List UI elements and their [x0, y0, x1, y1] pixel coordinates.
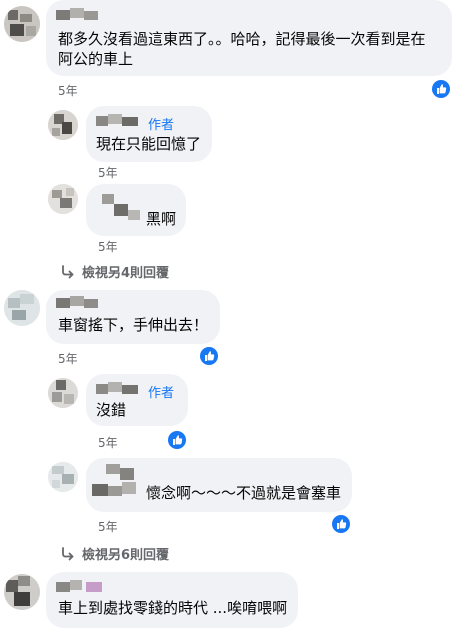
- author-badge: 作者: [148, 386, 175, 401]
- reply-time[interactable]: 5年: [98, 238, 118, 255]
- comment-time[interactable]: 5年: [58, 82, 78, 99]
- reply-avatar[interactable]: [48, 110, 78, 140]
- view-more-replies-label: 檢視另6則回覆: [82, 548, 170, 563]
- reply-text: 沒錯: [96, 401, 127, 419]
- commenter-avatar[interactable]: [4, 290, 40, 326]
- commenter-name[interactable]: [56, 8, 106, 22]
- comment-bubble: 車窗搖下，手伸出去！: [46, 290, 220, 344]
- reply-text: 懷念啊～～～不過就是會塞車: [146, 484, 342, 502]
- reply-avatar[interactable]: [48, 378, 78, 408]
- comment-bubble: 都多久沒看過這東西了。。哈哈，記得最後一次看到是在 阿公的車上: [46, 0, 452, 76]
- view-more-replies-button[interactable]: 檢視另4則回覆: [60, 262, 169, 281]
- commenter-avatar[interactable]: [4, 574, 40, 610]
- like-reaction-badge[interactable]: [200, 347, 218, 365]
- reply-bubble: 作者 沒錯: [86, 374, 188, 426]
- thumbs-up-icon: [332, 515, 350, 533]
- comment-bubble: 車上到處找零錢的時代 ...唉唷喂啊: [46, 572, 298, 628]
- reply-time[interactable]: 5年: [98, 434, 118, 451]
- thumbs-up-icon: [432, 80, 450, 98]
- reply-author-name[interactable]: [96, 114, 142, 128]
- reply-arrow-icon: [60, 546, 76, 561]
- reply-bubble: 黑啊: [86, 184, 186, 236]
- reply-text: 黑啊: [146, 210, 177, 228]
- reply-avatar[interactable]: [48, 462, 78, 492]
- comment-time[interactable]: 5年: [58, 350, 78, 367]
- like-reaction-badge[interactable]: [432, 80, 450, 98]
- like-reaction-badge[interactable]: [168, 431, 186, 449]
- reply-time[interactable]: 5年: [98, 164, 118, 181]
- reply-arrow-icon: [60, 264, 76, 279]
- comment-text: 車上到處找零錢的時代 ...唉唷喂啊: [58, 599, 288, 617]
- reply-author-name[interactable]: [92, 464, 148, 496]
- thumbs-up-icon: [200, 347, 218, 365]
- reply-bubble: 作者 現在只能回憶了: [86, 106, 212, 162]
- view-more-replies-label: 檢視另4則回覆: [82, 266, 170, 281]
- commenter-avatar[interactable]: [4, 6, 40, 42]
- reply-bubble: 懷念啊～～～不過就是會塞車: [86, 458, 352, 512]
- commenter-name[interactable]: [56, 296, 106, 310]
- reply-text: 現在只能回憶了: [96, 135, 202, 153]
- thumbs-up-icon: [168, 431, 186, 449]
- reply-time[interactable]: 5年: [98, 518, 118, 535]
- reply-author-name[interactable]: [96, 192, 144, 220]
- author-badge: 作者: [148, 118, 175, 133]
- reply-avatar[interactable]: [48, 184, 78, 214]
- reply-author-name[interactable]: [96, 382, 142, 396]
- comment-text-line-2: 阿公的車上: [58, 50, 134, 68]
- comment-text-line-1: 都多久沒看過這東西了。。哈哈，記得最後一次看到是在: [58, 30, 426, 48]
- like-reaction-badge[interactable]: [332, 515, 350, 533]
- comment-text: 車窗搖下，手伸出去！: [58, 316, 209, 334]
- view-more-replies-button[interactable]: 檢視另6則回覆: [60, 544, 169, 563]
- commenter-name[interactable]: [56, 580, 112, 594]
